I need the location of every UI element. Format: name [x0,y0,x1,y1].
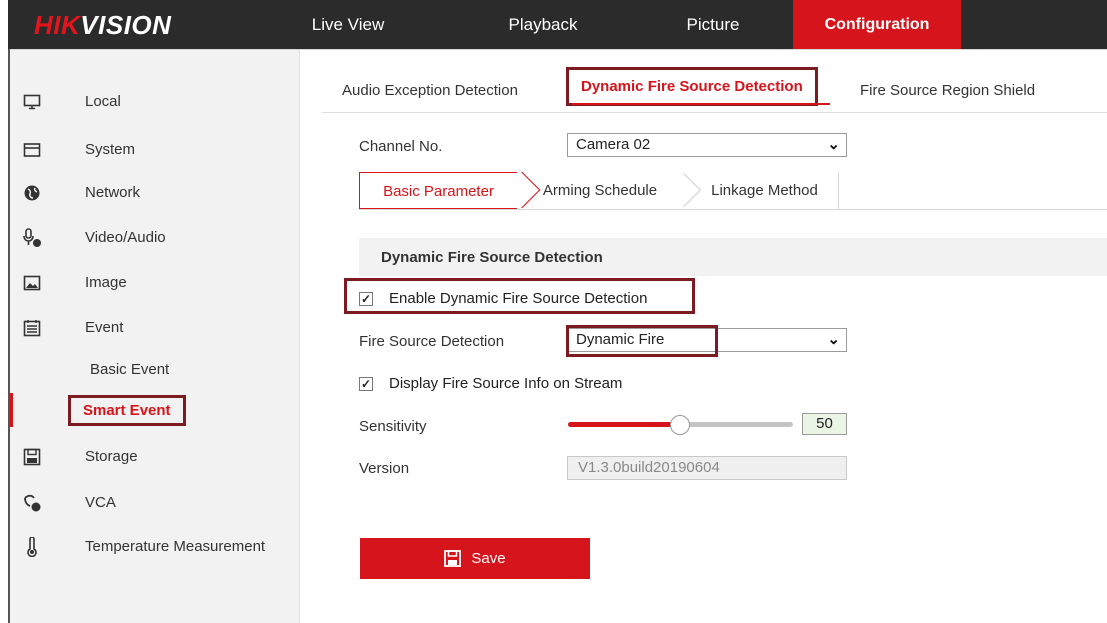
fire-detection-label: Fire Source Detection [359,333,505,350]
tab-dynamic-fire-source-detection[interactable]: Dynamic Fire Source Detection [566,67,818,106]
sidebar-item-image[interactable]: Image [10,268,300,298]
channel-select-value: Camera 02 [576,136,651,153]
channel-select[interactable]: Camera 02 ⌄ [567,133,847,157]
sidebar-item-temperature-measurement[interactable]: Temperature Measurement [10,532,300,562]
section-title: Dynamic Fire Source Detection [381,249,603,266]
sidebar-sub-smart-event[interactable]: Smart Event [10,393,300,427]
display-info-checkbox[interactable]: ✓ [359,377,373,391]
top-bar: HIKVISION Live View Playback Picture Con… [8,0,1107,49]
sidebar-sub-label: Smart Event [68,395,186,426]
calendar-icon [22,318,42,338]
sidebar-item-system[interactable]: System [10,135,300,165]
tab-audio-exception-detection[interactable]: Audio Exception Detection [342,82,518,99]
section-header: Dynamic Fire Source Detection [359,238,1107,276]
sidebar-item-label: VCA [85,494,116,511]
chevron-down-icon: ⌄ [827,331,840,348]
enable-detection-label: Enable Dynamic Fire Source Detection [389,290,648,307]
nav-playback[interactable]: Playback [493,0,593,49]
save-button[interactable]: Save [360,538,590,579]
storage-icon [22,447,42,467]
version-label: Version [359,460,410,477]
nav-picture[interactable]: Picture [673,0,753,49]
video-audio-icon [22,228,42,248]
sidebar-item-label: Network [85,184,141,201]
display-info-label: Display Fire Source Info on Stream [389,375,623,392]
tab-arming-schedule[interactable]: Arming Schedule [525,172,675,209]
sidebar-item-label: Temperature Measurement [85,538,266,555]
sensitivity-slider-track[interactable] [680,422,793,427]
sidebar-item-label: Image [85,274,127,291]
hikvision-logo: HIKVISION [34,10,172,40]
nav-live-view[interactable]: Live View [308,0,388,49]
image-icon [22,273,42,293]
active-tab-underline [572,103,830,105]
sidebar-item-label: Local [85,93,121,110]
active-indicator [10,393,13,427]
sidebar-sub-label: Basic Event [90,361,170,378]
sidebar-item-label: Video/Audio [85,229,166,246]
thermometer-icon [22,537,42,557]
sidebar-item-video-audio[interactable]: Video/Audio [10,223,300,253]
tab-fire-source-region-shield[interactable]: Fire Source Region Shield [860,82,1035,99]
sidebar-item-label: System [85,141,136,158]
save-label: Save [471,550,506,567]
vca-icon [22,493,42,513]
divider [322,112,1107,113]
floppy-disk-icon [444,550,462,567]
tab-basic-parameter[interactable]: Basic Parameter [359,172,517,209]
sensitivity-slider-handle[interactable] [670,415,690,435]
sensitivity-slider-fill[interactable] [568,422,680,427]
sidebar-item-vca[interactable]: VCA [10,488,300,518]
sidebar-item-network[interactable]: Network [10,178,300,208]
sidebar-item-event[interactable]: Event [10,313,300,343]
tab-linkage-method[interactable]: Linkage Method [691,172,839,209]
system-icon [22,140,42,160]
sidebar-item-label: Event [85,319,124,336]
nav-configuration[interactable]: Configuration [793,0,961,49]
enable-detection-checkbox[interactable]: ✓ [359,292,373,306]
globe-icon [22,183,42,203]
sidebar-item-label: Storage [85,448,138,465]
sidebar-sub-basic-event[interactable]: Basic Event [10,355,300,385]
monitor-icon [22,92,42,112]
sensitivity-value-field[interactable]: 50 [802,413,847,435]
version-field: V1.3.0build20190604 [567,456,847,480]
sidebar-item-storage[interactable]: Storage [10,442,300,472]
chevron-down-icon: ⌄ [827,136,840,153]
inner-tab-bar: Basic Parameter Arming Schedule Linkage … [359,171,1107,210]
sidebar-item-local[interactable]: Local [10,87,300,117]
sidebar: Local System Network Video/Audio Image E… [10,50,300,623]
highlight-box [566,325,718,357]
channel-label: Channel No. [359,138,443,155]
sensitivity-label: Sensitivity [359,418,427,435]
